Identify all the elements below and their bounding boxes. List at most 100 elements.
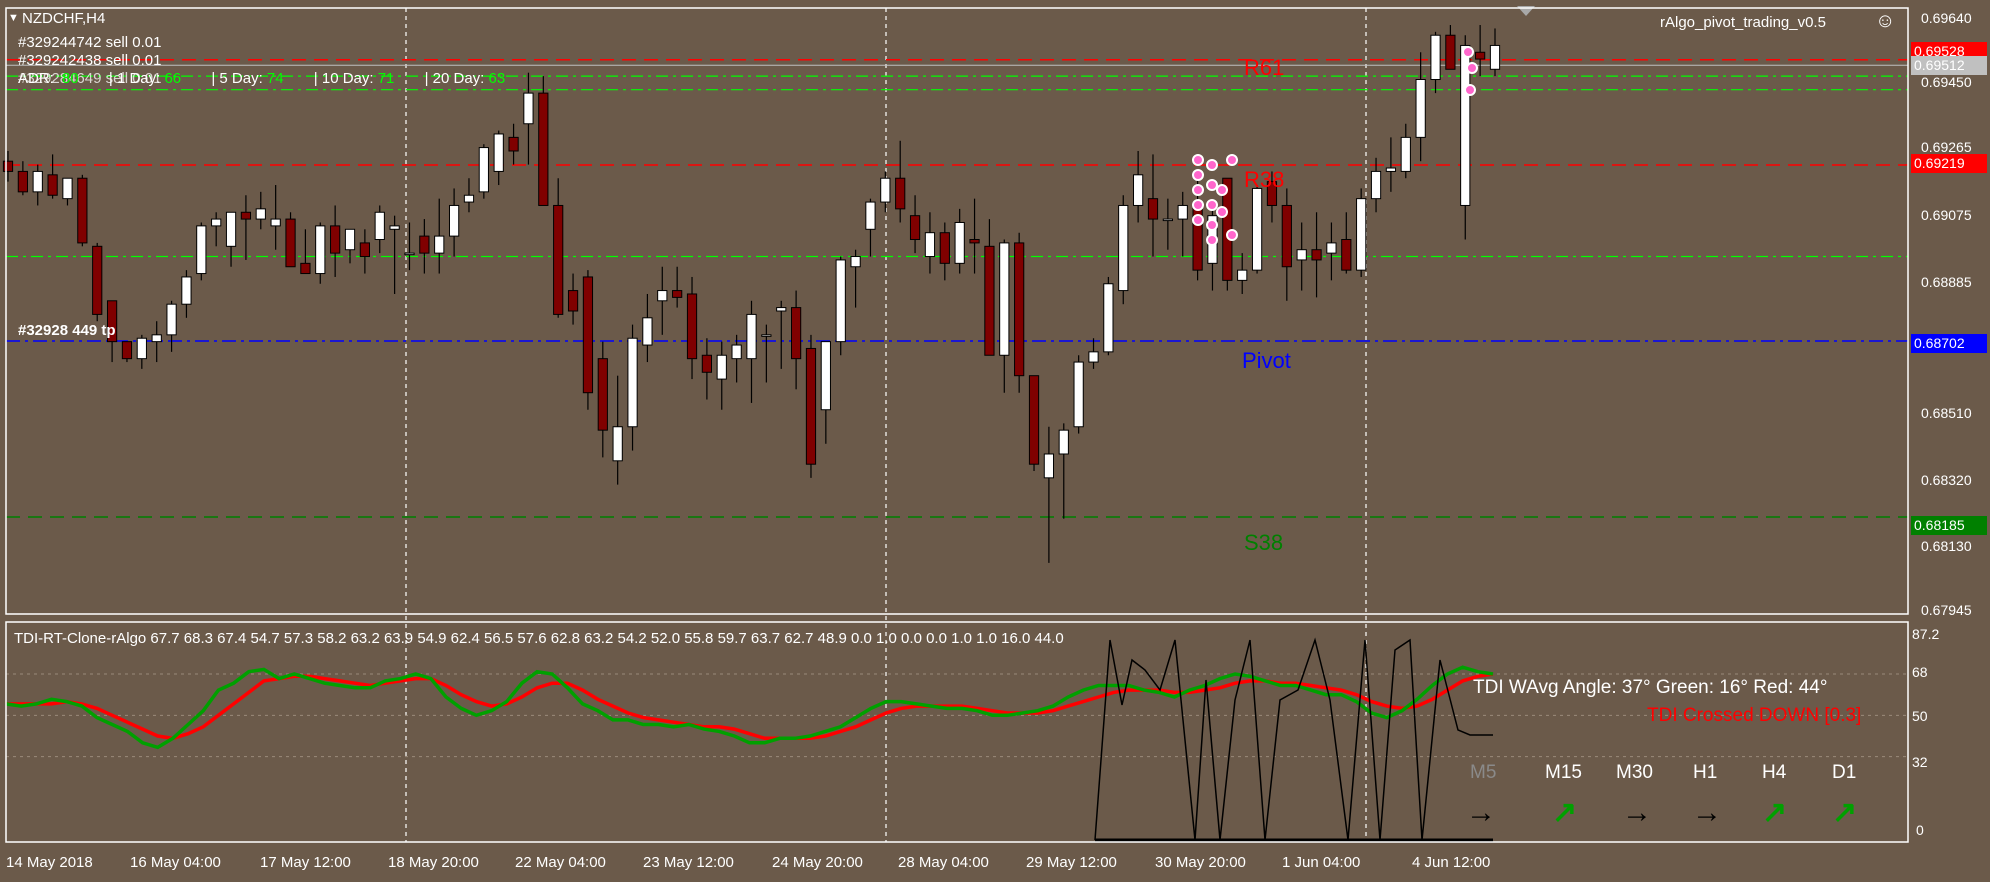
candle-body [404, 252, 415, 256]
arrow-up-icon: ↗ [1552, 796, 1578, 829]
candle-body [32, 170, 43, 193]
price-axis-label: 0.69265 [1921, 139, 1972, 155]
candle-body [136, 337, 147, 360]
bullish-candle [776, 300, 787, 369]
bullish-candle [1133, 150, 1144, 223]
candle-body [895, 177, 906, 210]
candle-body [1162, 218, 1173, 222]
candle-body [211, 218, 222, 227]
candle-body [62, 177, 73, 200]
bullish-candle [1237, 253, 1248, 294]
candle-body [1088, 351, 1099, 363]
symbol-dropdown-icon[interactable]: ▼ [8, 12, 19, 24]
bullish-candle [1356, 188, 1367, 277]
timeframe-label-h4: H4 [1762, 762, 1787, 783]
time-axis-label: 1 Jun 04:00 [1282, 854, 1361, 871]
candle-body [1028, 375, 1040, 465]
candle-body [582, 276, 594, 394]
time-axis-label: 30 May 20:00 [1155, 854, 1246, 871]
bearish-candle [701, 338, 712, 400]
candle-body [731, 344, 742, 360]
candle-body [612, 426, 623, 462]
bullish-candle [1489, 28, 1501, 77]
time-axis-label: 29 May 12:00 [1026, 854, 1117, 871]
candle-body [716, 354, 727, 380]
candle-body [1073, 361, 1084, 428]
bullish-candle [1430, 31, 1441, 94]
bullish-candle [166, 300, 177, 352]
bearish-candle [984, 219, 995, 356]
bullish-candle [1043, 426, 1055, 563]
candle-body [865, 201, 876, 230]
timeframe-label-m15: M15 [1545, 762, 1582, 783]
bullish-candle [1370, 157, 1382, 213]
candle-body [17, 170, 28, 193]
candle-body [1430, 34, 1441, 80]
order-label[interactable]: #329242438 sell 0.01 [18, 52, 161, 69]
bullish-candle [151, 321, 162, 363]
candle-body [1326, 242, 1337, 254]
take-profit-label[interactable]: #32928 449 tp [18, 322, 116, 339]
candle-body [776, 307, 787, 312]
bearish-candle [2, 150, 14, 182]
timeframe-label-d1: D1 [1832, 762, 1857, 783]
bullish-candle [924, 212, 936, 274]
bearish-candle [791, 290, 802, 390]
r61-label: R61 [1244, 55, 1285, 80]
bullish-candle [404, 222, 415, 271]
tdi-axis-label: 50 [1912, 708, 1928, 724]
time-axis-label: 17 May 12:00 [260, 854, 351, 871]
candle-body [1043, 453, 1055, 479]
candle-body [627, 337, 638, 428]
candle-body [909, 215, 921, 241]
bearish-candle [1028, 375, 1040, 472]
tdi-axis-label: 87.2 [1912, 626, 1940, 642]
chart-canvas[interactable] [0, 0, 1990, 882]
range-value: 80 [62, 70, 79, 87]
bullish-candle [374, 205, 385, 254]
time-axis-label: 23 May 12:00 [643, 854, 734, 871]
bullish-candle [196, 222, 207, 281]
time-axis-label: 14 May 2018 [6, 854, 93, 871]
candle-body [330, 225, 341, 254]
price-axis-label: 0.67945 [1921, 602, 1972, 618]
bullish-candle [448, 188, 460, 257]
bullish-candle [493, 130, 504, 186]
bearish-candle [1014, 232, 1025, 393]
candle-body [1296, 249, 1307, 261]
bullish-candle [657, 266, 668, 335]
tdi-signal-line [1094, 637, 1493, 841]
range-label: | 5 Day: [211, 70, 263, 87]
r38-price-tag: 0.69219 [1911, 154, 1987, 173]
trade-marker-dot [1206, 219, 1218, 231]
bullish-candle [612, 375, 623, 485]
symbol-label: NZDCHF,H4 [22, 10, 106, 27]
candle-body [553, 204, 564, 315]
candle-body [999, 242, 1010, 356]
candle-body [1311, 249, 1322, 261]
candle-body [835, 259, 846, 343]
candle-body [1489, 44, 1501, 70]
bullish-candle [880, 171, 891, 213]
candle-body [567, 290, 579, 312]
bullish-candle [434, 198, 445, 274]
trading-chart-window[interactable]: ▼ NZDCHF,H4 rAlgo_pivot_trading_v0.5 ☺ #… [0, 0, 1990, 882]
candle-body [1133, 174, 1144, 206]
time-axis-label: 16 May 04:00 [130, 854, 221, 871]
candlestick-series[interactable] [2, 25, 1501, 563]
bearish-candle [508, 123, 519, 165]
order-label[interactable]: #329244742 sell 0.01 [18, 34, 161, 51]
candle-body [954, 221, 965, 264]
arrow-up-icon: ↗ [1832, 796, 1858, 829]
bullish-candle [1251, 185, 1263, 274]
bearish-candle [419, 219, 430, 274]
candle-body [1445, 34, 1456, 70]
candle-body [1058, 429, 1069, 455]
candle-body [92, 245, 103, 315]
candle-body [285, 218, 296, 268]
candle-body [701, 354, 712, 373]
bullish-candle [1207, 205, 1218, 291]
candle-body [657, 290, 668, 302]
price-axis-label: 0.69450 [1921, 74, 1972, 90]
smiley-icon[interactable]: ☺ [1875, 10, 1895, 33]
